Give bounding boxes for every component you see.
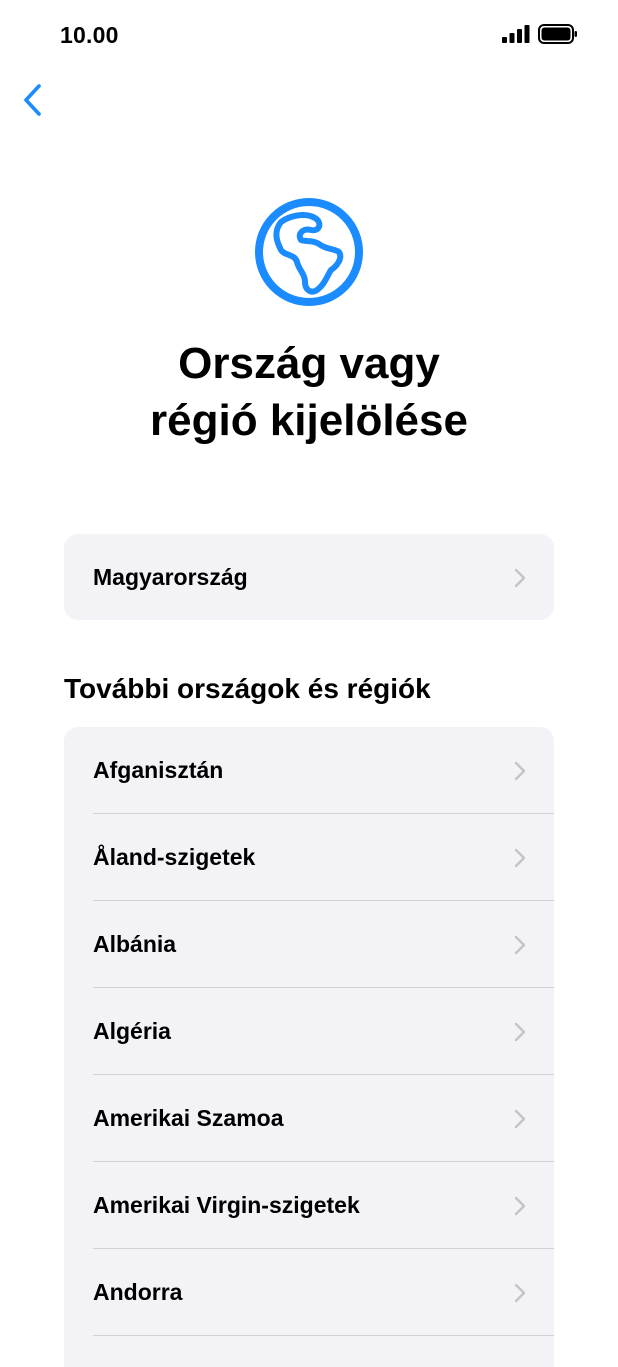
row-divider xyxy=(93,1335,554,1336)
signal-icon xyxy=(502,25,530,43)
chevron-right-icon xyxy=(514,1196,526,1215)
list-item[interactable]: Amerikai Virgin-szigetek xyxy=(64,1162,554,1249)
status-icons xyxy=(502,24,578,44)
battery-icon xyxy=(538,24,577,44)
page-title-line1: Ország vagy xyxy=(178,339,440,388)
current-region-card: Magyarország xyxy=(64,534,554,620)
globe-icon xyxy=(255,198,363,306)
status-bar: 10.00 xyxy=(0,0,618,70)
row-label: Magyarország xyxy=(93,564,248,590)
row-label: Amerikai Szamoa xyxy=(93,1105,284,1131)
chevron-left-icon xyxy=(24,84,41,116)
row-label: Algéria xyxy=(93,1018,171,1044)
chevron-right-icon xyxy=(514,935,526,954)
status-time: 10.00 xyxy=(60,22,119,48)
row-label: Andorra xyxy=(93,1279,183,1305)
chevron-right-icon xyxy=(514,848,526,867)
list-item[interactable]: Andorra xyxy=(64,1249,554,1336)
section-header: További országok és régiók xyxy=(64,673,431,704)
chevron-right-icon xyxy=(514,1283,526,1302)
list-item[interactable]: Åland-szigetek xyxy=(64,814,554,901)
row-label: Afganisztán xyxy=(93,757,224,783)
row-label: Albánia xyxy=(93,931,177,957)
chevron-right-icon xyxy=(514,568,526,587)
list-item[interactable]: Amerikai Szamoa xyxy=(64,1075,554,1162)
chevron-right-icon xyxy=(514,1022,526,1041)
page-title-line2: régió kijelölése xyxy=(150,396,468,445)
list-item[interactable]: Algéria xyxy=(64,988,554,1075)
region-list: Afganisztán Åland-szigetek Albánia Algér… xyxy=(64,727,554,1367)
row-label: Amerikai Virgin-szigetek xyxy=(93,1192,360,1218)
chevron-right-icon xyxy=(514,1109,526,1128)
current-region-row[interactable]: Magyarország xyxy=(64,534,554,621)
list-item[interactable]: Albánia xyxy=(64,901,554,988)
list-item[interactable]: Afganisztán xyxy=(64,727,554,814)
row-label: Åland-szigetek xyxy=(93,844,256,870)
page-title: Ország vagy régió kijelölése xyxy=(0,335,618,449)
back-button[interactable] xyxy=(12,80,52,120)
chevron-right-icon xyxy=(514,761,526,780)
